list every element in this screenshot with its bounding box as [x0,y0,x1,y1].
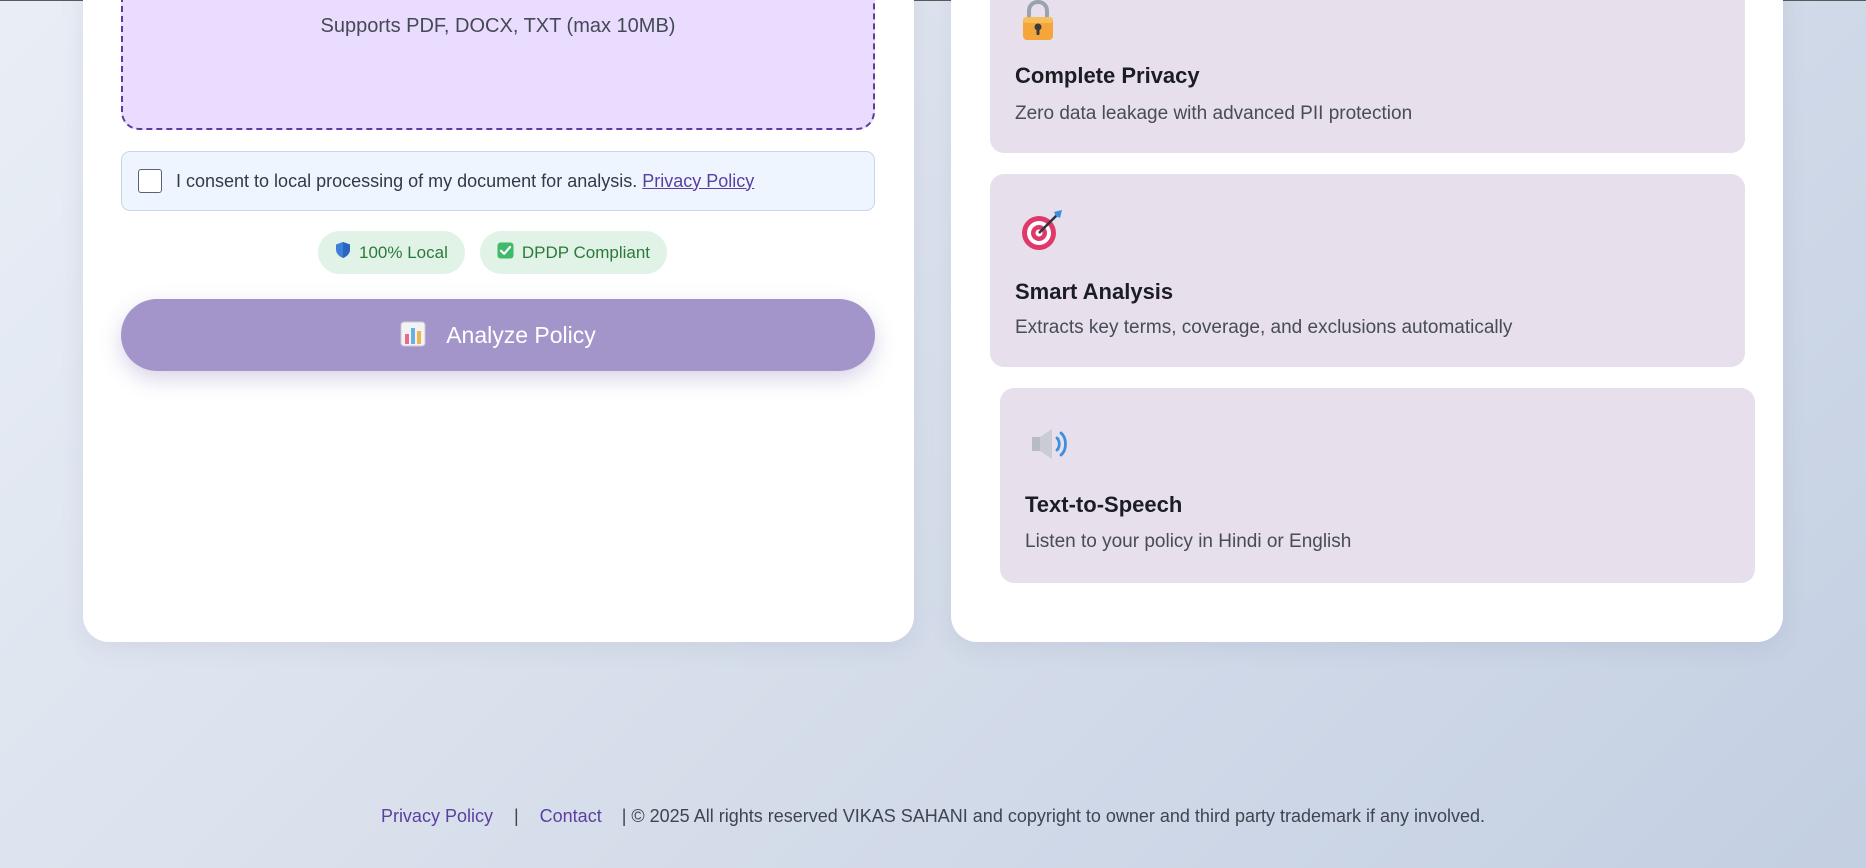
badge-100-local: 100% Local [318,231,465,274]
footer-copyright: | © 2025 All rights reserved VIKAS SAHAN… [621,806,1486,826]
badge-dpdp-compliant: DPDP Compliant [479,231,668,274]
analyze-button-label: Analyze Policy [446,321,596,348]
consent-text: I consent to local processing of my docu… [176,170,638,191]
shield-icon [335,241,351,264]
feature-title: Text-to-Speech [1025,492,1183,517]
footer-separator: | [513,806,519,826]
check-box-icon [497,242,514,264]
feature-title: Smart Analysis [1015,279,1174,304]
feature-description: Listen to your policy in Hindi or Englis… [1025,531,1352,552]
badge-label: 100% Local [359,242,448,262]
feature-complete-privacy: Complete Privacy Zero data leakage with … [990,0,1745,153]
privacy-policy-link[interactable]: Privacy Policy [642,171,754,192]
footer-privacy-policy-link[interactable]: Privacy Policy [381,806,493,827]
footer-contact-link[interactable]: Contact [540,806,602,827]
consent-checkbox[interactable] [138,169,162,193]
analyze-policy-button[interactable]: Analyze Policy [121,299,875,371]
feature-description: Zero data leakage with advanced PII prot… [1015,103,1413,124]
bar-chart-icon [400,321,426,350]
feature-text-to-speech: Text-to-Speech Listen to your policy in … [1000,388,1755,583]
supported-formats-text: Supports PDF, DOCX, TXT (max 10MB) [320,15,676,37]
badge-label: DPDP Compliant [521,242,651,262]
feature-smart-analysis: Smart Analysis Extracts key terms, cover… [990,174,1745,367]
feature-description: Extracts key terms, coverage, and exclus… [1015,317,1513,338]
consent-box: I consent to local processing of my docu… [121,151,875,211]
feature-title: Complete Privacy [1015,63,1200,88]
target-icon [1020,208,1064,257]
trust-badges: 100% Local DPDP Compliant [318,231,668,274]
speaker-icon [1030,426,1074,467]
lock-icon [1020,0,1056,47]
file-dropzone[interactable]: Supports PDF, DOCX, TXT (max 10MB) [121,0,875,130]
footer: Privacy Policy | Contact | © 2025 All ri… [0,806,1866,827]
